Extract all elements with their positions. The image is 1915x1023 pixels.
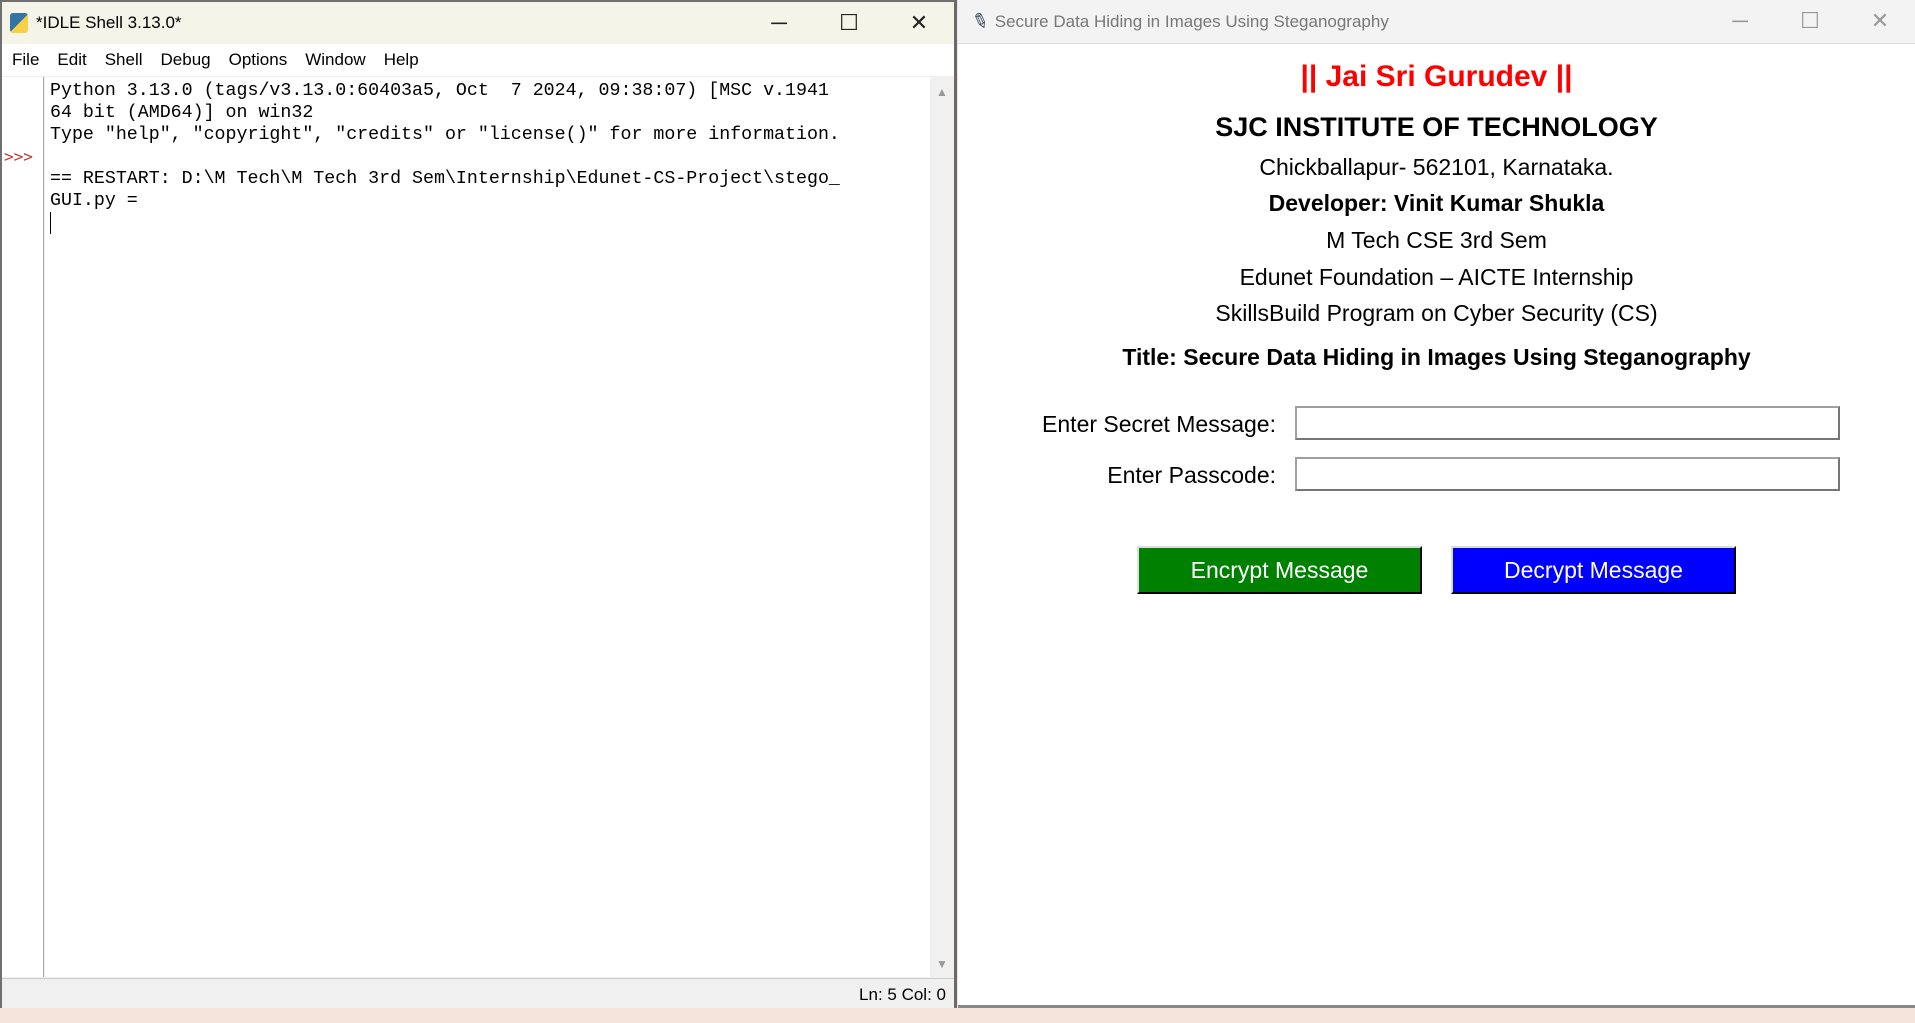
shell-line: Python 3.13.0 (tags/v3.13.0:60403a5, Oct… bbox=[50, 81, 829, 101]
menu-debug[interactable]: Debug bbox=[161, 50, 211, 70]
project-title: Title: Secure Data Hiding in Images Usin… bbox=[1122, 344, 1751, 370]
menu-options[interactable]: Options bbox=[229, 50, 288, 70]
menu-help[interactable]: Help bbox=[384, 50, 419, 70]
developer-text: Developer: Vinit Kumar Shukla bbox=[1268, 190, 1605, 216]
idle-shell-window: *IDLE Shell 3.13.0* ─ ☐ ✕ File Edit Shel… bbox=[0, 0, 957, 1008]
course-text: M Tech CSE 3rd Sem bbox=[1326, 227, 1547, 253]
title-bar: *IDLE Shell 3.13.0* ─ ☐ ✕ bbox=[2, 2, 954, 44]
close-button[interactable]: ✕ bbox=[884, 2, 954, 44]
shell-text-area[interactable]: Python 3.13.0 (tags/v3.13.0:60403a5, Oct… bbox=[45, 77, 930, 977]
prompt-gutter bbox=[2, 77, 44, 977]
passcode-input[interactable] bbox=[1295, 457, 1840, 491]
menu-edit[interactable]: Edit bbox=[57, 50, 86, 70]
program-text: SkillsBuild Program on Cyber Security (C… bbox=[1215, 300, 1658, 326]
scroll-down-arrow-icon[interactable]: ▼ bbox=[936, 957, 948, 971]
menu-bar: File Edit Shell Debug Options Window Hel… bbox=[2, 44, 954, 76]
institute-name: SJC INSTITUTE OF TECHNOLOGY bbox=[1215, 112, 1658, 142]
vertical-scrollbar[interactable]: ▲ ▼ bbox=[930, 77, 954, 977]
menu-file[interactable]: File bbox=[12, 50, 39, 70]
status-bar: Ln: 5 Col: 0 bbox=[2, 978, 954, 1008]
encrypt-button[interactable]: Encrypt Message bbox=[1137, 546, 1422, 594]
maximize-button[interactable]: ☐ bbox=[1775, 0, 1845, 42]
stego-app-window: ✎ Secure Data Hiding in Images Using Ste… bbox=[958, 0, 1915, 1008]
shell-line: GUI.py = bbox=[50, 191, 138, 211]
window-title: *IDLE Shell 3.13.0* bbox=[36, 13, 182, 32]
window-title: Secure Data Hiding in Images Using Stega… bbox=[994, 11, 1389, 31]
minimize-button[interactable]: ─ bbox=[1705, 0, 1775, 42]
text-cursor bbox=[50, 212, 51, 234]
decrypt-button[interactable]: Decrypt Message bbox=[1451, 546, 1736, 594]
menu-window[interactable]: Window bbox=[305, 50, 365, 70]
shell-prompt: >>> bbox=[4, 147, 33, 166]
internship-text: Edunet Foundation – AICTE Internship bbox=[1239, 264, 1634, 290]
menu-shell[interactable]: Shell bbox=[105, 50, 143, 70]
title-bar: ✎ Secure Data Hiding in Images Using Ste… bbox=[958, 0, 1915, 44]
shell-line: Type "help", "copyright", "credits" or "… bbox=[50, 125, 840, 145]
scroll-up-arrow-icon[interactable]: ▲ bbox=[936, 85, 948, 99]
taskbar bbox=[0, 1008, 1915, 1023]
address-text: Chickballapur- 562101, Karnataka. bbox=[1259, 154, 1614, 180]
shell-line: 64 bit (AMD64)] on win32 bbox=[50, 103, 314, 123]
feather-icon: ✎ bbox=[968, 8, 992, 36]
maximize-button[interactable]: ☐ bbox=[814, 2, 884, 44]
secret-message-label: Enter Secret Message: bbox=[1042, 411, 1276, 437]
minimize-button[interactable]: ─ bbox=[744, 2, 814, 44]
passcode-label: Enter Passcode: bbox=[1107, 462, 1276, 488]
greeting-heading: || Jai Sri Gurudev || bbox=[1300, 60, 1573, 93]
shell-line: == RESTART: D:\M Tech\M Tech 3rd Sem\Int… bbox=[50, 169, 840, 189]
python-icon bbox=[10, 13, 28, 33]
secret-message-input[interactable] bbox=[1295, 406, 1840, 440]
close-button[interactable]: ✕ bbox=[1845, 0, 1915, 42]
